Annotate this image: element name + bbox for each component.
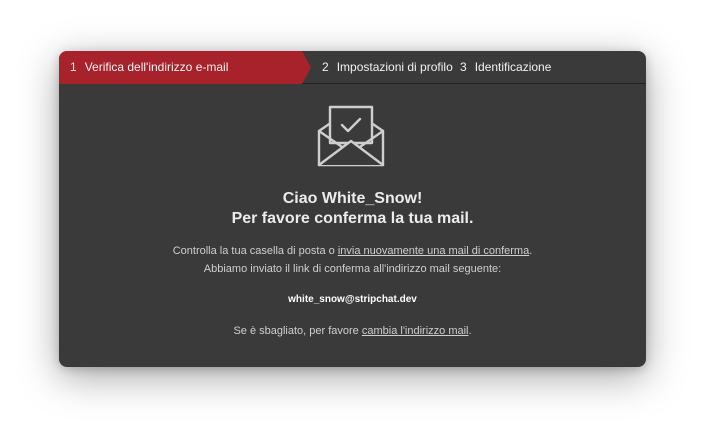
step-label: Impostazioni di profilo xyxy=(336,60,453,74)
step-email-verification: 1 Verifica dell'indirizzo e-mail xyxy=(59,51,311,84)
envelope-check-icon xyxy=(317,105,385,167)
wrong-email-suffix: . xyxy=(468,325,472,337)
instruction-line: Controlla la tua casella di posta o invi… xyxy=(59,245,646,257)
step-identification: 3 Identificazione xyxy=(460,51,551,84)
instruction-suffix: . xyxy=(529,245,533,257)
instruction-text: Controlla la tua casella di posta o xyxy=(172,245,338,257)
wrong-email-text: Se è sbagliato, per favore xyxy=(233,325,362,337)
step-label: Identificazione xyxy=(474,60,552,74)
step-profile-settings: 2 Impostazioni di profilo xyxy=(322,51,453,84)
sent-info-line: Abbiamo inviato il link di conferma all'… xyxy=(203,263,502,275)
confirm-heading: Per favore conferma la tua mail. xyxy=(231,210,474,227)
step-label: Verifica dell'indirizzo e-mail xyxy=(84,60,229,74)
step-number: 3 xyxy=(460,60,467,74)
stepper: 1 Verifica dell'indirizzo e-mail 2 Imposta… xyxy=(59,51,646,84)
resend-email-link[interactable]: invia nuovamente una mail di conferma xyxy=(338,245,529,257)
change-email-link[interactable]: cambia l'indirizzo mail xyxy=(362,325,469,337)
wrong-email-line: Se è sbagliato, per favore cambia l'indi… xyxy=(59,325,646,337)
step-number: 2 xyxy=(322,60,329,74)
step-number: 1 xyxy=(70,60,77,74)
email-verification-modal: 1 Verifica dell'indirizzo e-mail 2 Imposta… xyxy=(59,51,646,367)
greeting-heading: Ciao White_Snow! xyxy=(282,190,423,207)
email-address: white_snow@stripchat.dev xyxy=(288,294,417,305)
